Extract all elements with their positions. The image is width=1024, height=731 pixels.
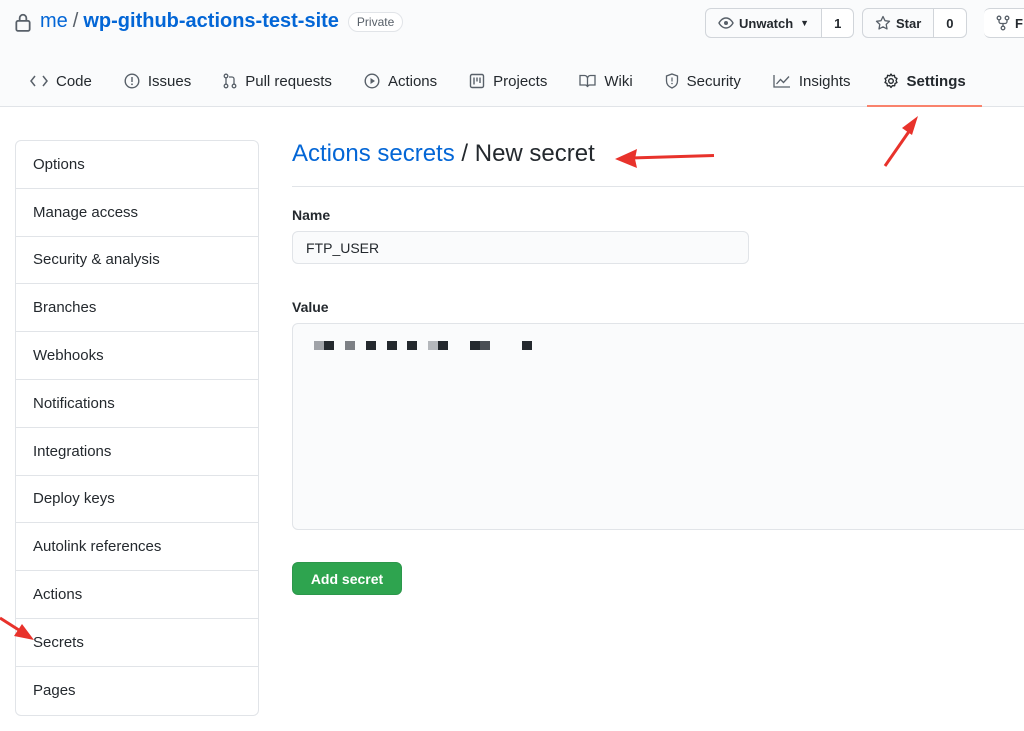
repo-header: me / wp-github-actions-test-site Private…: [0, 0, 1024, 107]
tab-label: Issues: [147, 72, 192, 90]
sidebar-item-actions[interactable]: Actions: [16, 571, 258, 619]
tab-label: Insights: [798, 72, 851, 90]
annotation-arrow-secrets: [0, 616, 34, 640]
tab-projects[interactable]: Projects: [453, 56, 563, 106]
tab-pull-requests[interactable]: Pull requests: [207, 56, 348, 106]
eye-icon: [718, 17, 734, 29]
tab-actions[interactable]: Actions: [348, 56, 453, 106]
sidebar-item-secrets[interactable]: Secrets: [16, 619, 258, 667]
lock-icon: [15, 13, 31, 32]
sidebar-item-branches[interactable]: Branches: [16, 284, 258, 333]
tab-insights[interactable]: Insights: [757, 56, 867, 106]
annotation-arrow-settings: [883, 116, 918, 167]
sidebar-item-pages[interactable]: Pages: [16, 667, 258, 715]
tab-label: Pull requests: [245, 72, 332, 90]
repo-owner-link[interactable]: me: [40, 10, 68, 33]
sidebar-item-integrations[interactable]: Integrations: [16, 428, 258, 476]
sidebar-item-webhooks[interactable]: Webhooks: [16, 332, 258, 380]
fork-button[interactable]: F: [984, 8, 1024, 38]
visibility-badge: Private: [347, 11, 404, 32]
sidebar-item-manage-access[interactable]: Manage access: [16, 189, 258, 237]
sidebar-item-deploy-keys[interactable]: Deploy keys: [16, 476, 258, 524]
code-icon: [30, 75, 48, 87]
tab-label: Wiki: [604, 72, 633, 90]
new-secret-form: Actions secrets / New secret Name FTP_US…: [292, 140, 1024, 530]
tab-wiki[interactable]: Wiki: [563, 56, 648, 106]
tab-settings[interactable]: Settings: [866, 56, 982, 107]
shield-icon: [665, 73, 678, 89]
tab-code[interactable]: Code: [14, 56, 108, 106]
sidebar-item-autolink-references[interactable]: Autolink references: [16, 523, 258, 572]
watch-count[interactable]: 1: [822, 8, 855, 38]
value-label: Value: [292, 299, 329, 315]
annotation-arrow-title: [615, 149, 715, 168]
fork-label: F: [1015, 15, 1023, 31]
play-icon: [364, 73, 380, 89]
star-label: Star: [896, 15, 922, 31]
secret-name-input[interactable]: FTP_USER: [292, 231, 749, 264]
caret-down-icon: ▼: [800, 18, 810, 28]
name-label: Name: [292, 207, 331, 223]
sidebar-item-notifications[interactable]: Notifications: [16, 380, 258, 428]
star-count[interactable]: 0: [934, 8, 967, 38]
star-group: Star 0: [862, 8, 967, 38]
unwatch-group: Unwatch ▼ 1: [705, 8, 855, 38]
tab-label: Projects: [493, 72, 548, 90]
star-button[interactable]: Star: [862, 8, 935, 38]
repo-separator: /: [72, 10, 79, 32]
secret-value-textarea[interactable]: [292, 323, 1024, 530]
breadcrumb-separator: /: [454, 140, 475, 167]
tab-security[interactable]: Security: [649, 56, 757, 106]
pull-request-icon: [223, 73, 237, 89]
sidebar-item-options[interactable]: Options: [16, 141, 258, 189]
star-icon: [875, 15, 891, 30]
unwatch-label: Unwatch: [739, 15, 794, 31]
breadcrumb-current: New secret: [474, 140, 595, 167]
gear-icon: [883, 73, 898, 89]
book-icon: [579, 74, 596, 88]
tab-label: Code: [56, 72, 92, 90]
sidebar-item-security-analysis[interactable]: Security & analysis: [16, 237, 258, 285]
repo-title: me / wp-github-actions-test-site Private: [14, 10, 404, 33]
tab-label: Actions: [387, 72, 438, 90]
graph-icon: [773, 75, 790, 88]
fork-group: F: [984, 8, 1024, 38]
project-icon: [469, 73, 485, 89]
tab-issues[interactable]: Issues: [108, 56, 207, 106]
settings-sidebar: Options Manage access Security & analysi…: [15, 140, 259, 716]
add-secret-button[interactable]: Add secret: [292, 562, 402, 595]
issue-icon: [124, 73, 140, 89]
breadcrumb-actions-secrets-link[interactable]: Actions secrets: [292, 140, 455, 167]
repo-nav-tabs: Code Issues Pull requests Actions Projec…: [14, 56, 982, 107]
repo-name-link[interactable]: wp-github-actions-test-site: [83, 10, 339, 33]
unwatch-button[interactable]: Unwatch ▼: [705, 8, 823, 38]
tab-label: Security: [686, 72, 741, 90]
fork-icon: [996, 15, 1010, 31]
tab-label: Settings: [906, 72, 966, 90]
